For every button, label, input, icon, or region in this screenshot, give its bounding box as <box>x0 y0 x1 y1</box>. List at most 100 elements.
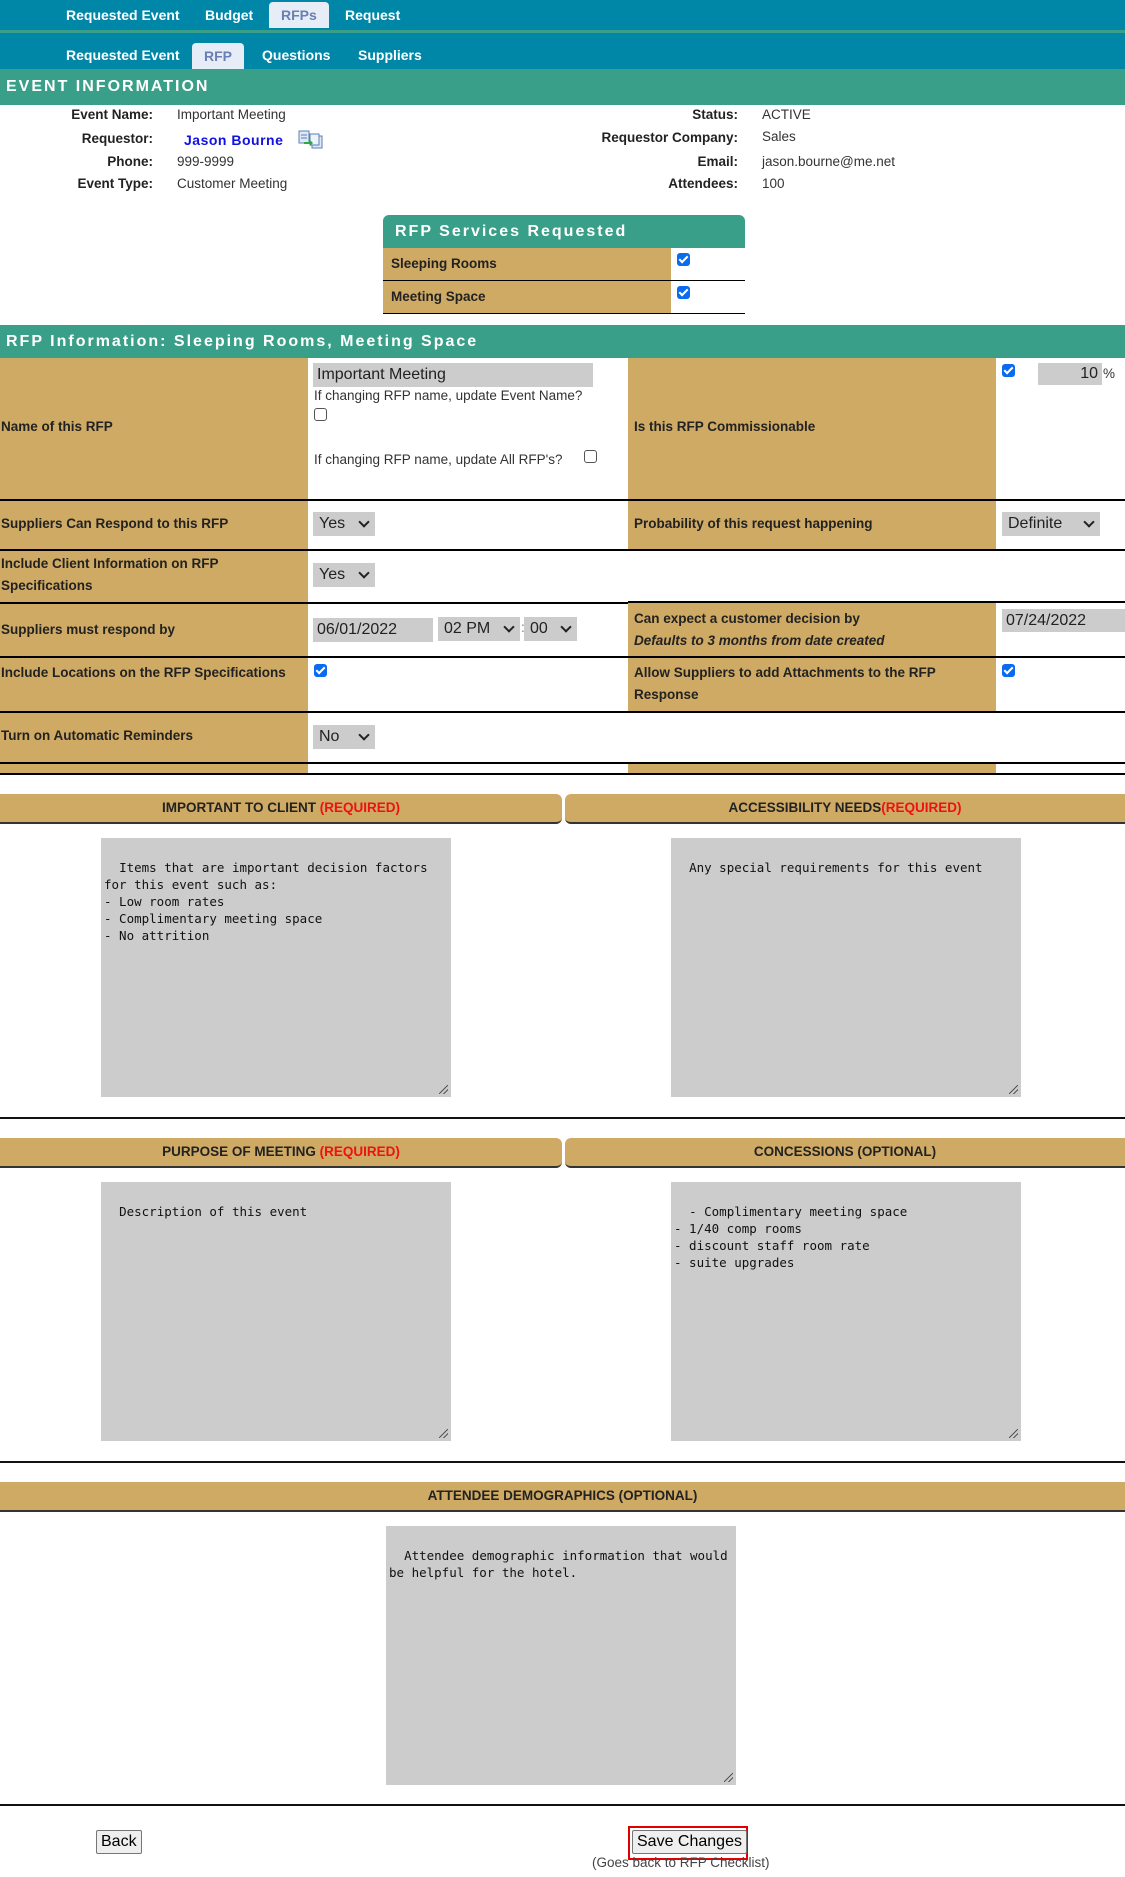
service-row-meeting-space: Meeting Space <box>383 281 745 314</box>
meeting-space-checkbox[interactable] <box>677 286 690 299</box>
respond-by-hour-select[interactable]: 02 PM <box>438 617 520 641</box>
respond-by-label: Suppliers must respond by <box>1 622 176 637</box>
services-header: RFP Services Requested <box>383 215 745 248</box>
chevron-down-icon <box>358 729 370 741</box>
include-client-label: Include Client Information on RFP Specif… <box>1 556 219 593</box>
textarea-content: Any special requirements for this event <box>689 860 983 875</box>
reminders-value: No <box>319 728 340 745</box>
chevron-down-icon <box>1083 516 1095 528</box>
sleeping-rooms-checkbox[interactable] <box>677 253 690 266</box>
subtab-questions[interactable]: Questions <box>262 47 330 63</box>
section-title: ACCESSIBILITY NEEDS <box>728 800 882 815</box>
requestor-company-label: Requestor Company: <box>601 130 738 145</box>
update-event-name-label: If changing RFP name, update Event Name? <box>314 388 583 403</box>
tab-requested-event[interactable]: Requested Event <box>66 7 180 23</box>
reminders-label: Turn on Automatic Reminders <box>1 728 194 743</box>
respond-by-minute-value: 00 <box>530 620 548 637</box>
probability-label: Probability of this request happening <box>634 516 873 531</box>
decision-date-input[interactable]: 07/24/2022 <box>1002 609 1125 632</box>
chevron-down-icon <box>358 567 370 579</box>
important-to-client-textarea[interactable]: Items that are important decision factor… <box>101 838 451 1097</box>
chevron-down-icon <box>358 516 370 528</box>
tab-budget[interactable]: Budget <box>205 7 253 23</box>
probability-value: Definite <box>1008 515 1063 532</box>
optional-tag: (OPTIONAL) <box>618 1488 698 1503</box>
requestor-link[interactable]: Jason Bourne <box>184 132 283 148</box>
subtab-rfp[interactable]: RFP <box>192 43 244 69</box>
attendee-demographics-textarea[interactable]: Attendee demographic information that wo… <box>386 1526 736 1785</box>
email-value: jason.bourne@me.net <box>762 154 896 169</box>
textarea-content: Description of this event <box>119 1204 308 1219</box>
optional-tag: (OPTIONAL) <box>857 1144 937 1159</box>
concessions-textarea[interactable]: - Complimentary meeting space - 1/40 com… <box>671 1182 1021 1441</box>
row-divider <box>0 762 1125 764</box>
rfp-name-input[interactable]: Important Meeting <box>313 363 593 387</box>
respond-by-hour-value: 02 PM <box>444 620 491 637</box>
section-divider <box>0 1461 1125 1463</box>
section-title: ATTENDEE DEMOGRAPHICS <box>427 1488 615 1503</box>
section-title: IMPORTANT TO CLIENT <box>161 800 316 815</box>
service-label: Sleeping Rooms <box>383 248 671 280</box>
save-changes-button[interactable]: Save Changes <box>632 1830 747 1854</box>
commission-percent-input[interactable]: 10 <box>1038 363 1102 385</box>
row-divider <box>0 656 1125 658</box>
allow-attachments-label: Allow Suppliers to add Attachments to th… <box>634 665 936 702</box>
phone-value: 999-9999 <box>177 154 235 169</box>
suppliers-respond-value: Yes <box>319 515 346 532</box>
chevron-down-icon <box>503 621 515 633</box>
update-all-rfps-checkbox[interactable] <box>584 450 597 463</box>
accessibility-needs-header: ACCESSIBILITY NEEDS(REQUIRED) <box>565 794 1125 824</box>
percent-sign: % <box>1103 366 1116 381</box>
requestor-company-value: Sales <box>762 129 796 144</box>
row-divider <box>0 549 1125 551</box>
attendees-value: 100 <box>762 176 785 191</box>
respond-by-minute-select[interactable]: 00 <box>524 617 577 641</box>
row-divider <box>0 499 1125 501</box>
primary-nav: Requested Event Budget RFPs Request <box>0 0 1125 30</box>
row-divider <box>628 601 1125 603</box>
textarea-content: Items that are important decision factor… <box>104 860 428 943</box>
allow-attachments-checkbox[interactable] <box>1002 664 1015 677</box>
purpose-of-meeting-textarea[interactable]: Description of this event <box>101 1182 451 1441</box>
email-label: Email: <box>697 154 738 169</box>
reminders-select[interactable]: No <box>313 725 375 749</box>
tab-rfps[interactable]: RFPs <box>269 2 329 28</box>
copy-contact-icon[interactable] <box>298 130 324 150</box>
resize-grip-icon[interactable] <box>439 1085 448 1094</box>
commissionable-checkbox[interactable] <box>1002 364 1015 377</box>
textarea-content: - Complimentary meeting space - 1/40 com… <box>674 1204 908 1270</box>
include-locations-label: Include Locations on the RFP Specificati… <box>1 665 286 680</box>
probability-select[interactable]: Definite <box>1002 512 1100 536</box>
event-name-label: Event Name: <box>71 107 153 122</box>
important-to-client-header: IMPORTANT TO CLIENT (REQUIRED) <box>0 794 562 824</box>
rfp-info-header: RFP Information: Sleeping Rooms, Meeting… <box>0 325 1125 358</box>
tab-request[interactable]: Request <box>345 7 400 23</box>
subtab-requested-event[interactable]: Requested Event <box>66 47 180 63</box>
required-tag: (REQUIRED) <box>881 800 962 815</box>
save-note: (Goes back to RFP Checklist) <box>592 1855 770 1870</box>
update-event-name-checkbox[interactable] <box>314 408 327 421</box>
resize-grip-icon[interactable] <box>1009 1429 1018 1438</box>
include-locations-checkbox[interactable] <box>314 664 327 677</box>
resize-grip-icon[interactable] <box>724 1773 733 1782</box>
secondary-nav: Requested Event RFP Questions Suppliers <box>0 33 1125 69</box>
section-divider <box>0 1804 1125 1806</box>
event-name-value: Important Meeting <box>177 107 286 122</box>
required-tag: (REQUIRED) <box>319 1144 400 1159</box>
suppliers-respond-select[interactable]: Yes <box>313 512 375 536</box>
accessibility-needs-textarea[interactable]: Any special requirements for this event <box>671 838 1021 1097</box>
commissionable-label: Is this RFP Commissionable <box>634 419 816 434</box>
resize-grip-icon[interactable] <box>1009 1085 1018 1094</box>
event-info-header: EVENT INFORMATION <box>0 69 1125 105</box>
suppliers-respond-label: Suppliers Can Respond to this RFP <box>1 516 229 531</box>
resize-grip-icon[interactable] <box>439 1429 448 1438</box>
chevron-down-icon <box>560 621 572 633</box>
rfp-name-label: Name of this RFP <box>1 419 113 434</box>
purpose-of-meeting-header: PURPOSE OF MEETING (REQUIRED) <box>0 1138 562 1168</box>
subtab-suppliers[interactable]: Suppliers <box>358 47 422 63</box>
attendees-label: Attendees: <box>668 176 738 191</box>
include-client-select[interactable]: Yes <box>313 563 375 587</box>
respond-by-date-input[interactable]: 06/01/2022 <box>313 618 433 642</box>
back-button[interactable]: Back <box>96 1830 142 1854</box>
section-title: CONCESSIONS <box>753 1144 854 1159</box>
